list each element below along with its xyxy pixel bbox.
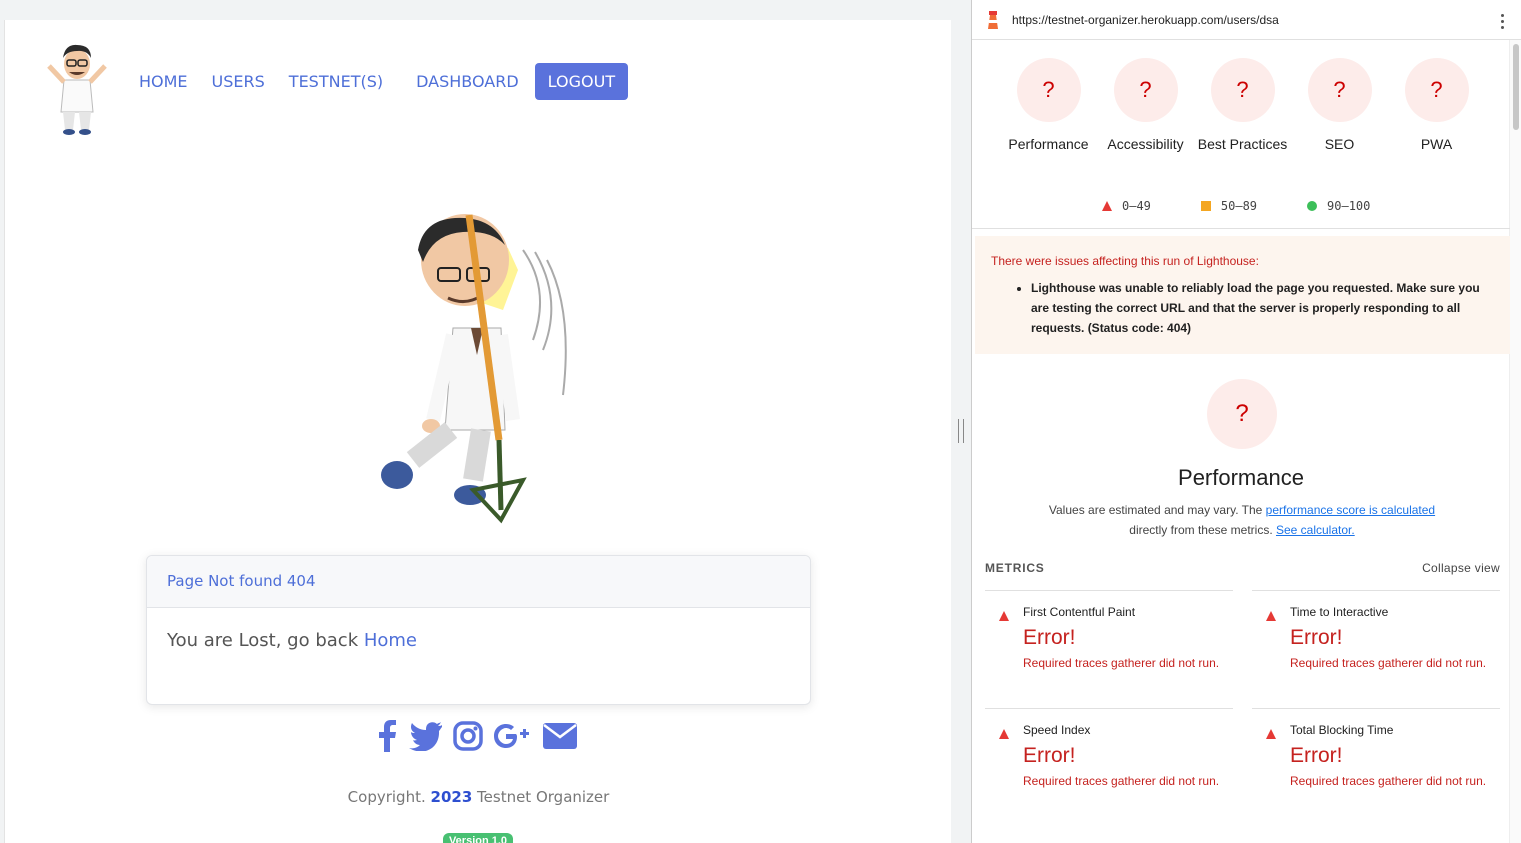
lost-message: You are Lost, go back [167, 630, 364, 651]
panel-splitter[interactable] [951, 0, 971, 843]
nav-users-link[interactable]: USERS [212, 72, 265, 91]
social-links [375, 720, 577, 757]
fail-triangle-icon [999, 729, 1009, 739]
metric-name: Time to Interactive [1290, 605, 1389, 619]
envelope-icon[interactable] [543, 723, 577, 754]
gauge-accessibility[interactable]: ? Accessibility [1097, 58, 1194, 154]
performance-description: Values are estimated and may vary. The p… [1048, 503, 1436, 537]
gauge-score: ? [1016, 58, 1081, 122]
gauge-label: PWA [1420, 136, 1453, 152]
gauge-pwa[interactable]: ? PWA [1388, 58, 1485, 154]
collapse-view-toggle[interactable]: Collapse view [1422, 561, 1500, 575]
lighthouse-icon [988, 10, 998, 29]
metric-time-to-interactive: Time to Interactive Error! Required trac… [1252, 590, 1500, 708]
metric-value: Error! [1023, 744, 1076, 767]
lighthouse-panel: https://testnet-organizer.herokuapp.com/… [971, 0, 1521, 843]
metric-error: Required traces gatherer did not run. [1023, 656, 1220, 670]
divider [972, 228, 1510, 229]
metric-speed-index: Speed Index Error! Required traces gathe… [985, 708, 1233, 826]
metric-error: Required traces gatherer did not run. [1290, 656, 1487, 670]
gauge-label: Best Practices [1197, 136, 1288, 152]
gauge-score: ? [1113, 58, 1178, 122]
gauge-seo[interactable]: ? SEO [1291, 58, 1388, 154]
splitter-grip-icon[interactable] [958, 419, 964, 443]
metrics-header: METRICS Collapse view [985, 561, 1500, 575]
warning-title: There were issues affecting this run of … [991, 254, 1259, 268]
gauge-label: SEO [1324, 136, 1355, 152]
twitter-icon[interactable] [409, 721, 443, 756]
category-gauges: ? Performance ? Accessibility ? Best Pra… [1000, 58, 1485, 154]
card-header: Page Not found 404 [147, 556, 810, 608]
score-calculated-link[interactable]: performance score is calculated [1266, 503, 1435, 517]
metric-value: Error! [1290, 626, 1343, 649]
gauge-performance[interactable]: ? Performance [1000, 58, 1097, 154]
logout-button[interactable]: LOGOUT [534, 63, 629, 100]
instagram-icon[interactable] [453, 721, 483, 756]
copyright-text: Copyright. 2023 Testnet Organizer [347, 788, 610, 806]
not-found-card: Page Not found 404 You are Lost, go back… [146, 555, 811, 705]
avatar-logo[interactable] [41, 42, 111, 138]
gauge-score: ? [1404, 58, 1469, 122]
metric-error: Required traces gatherer did not run. [1023, 774, 1220, 788]
metric-name: Speed Index [1023, 723, 1091, 737]
more-options-icon[interactable] [1501, 14, 1505, 32]
performance-title: Performance [1178, 465, 1304, 490]
metrics-title: METRICS [985, 561, 1045, 575]
metric-value: Error! [1023, 626, 1076, 649]
metric-name: Total Blocking Time [1290, 723, 1394, 737]
main-nav: HOME USERS TESTNET(S) DASHBOARD LOGOUT [139, 63, 629, 100]
metric-name: First Contentful Paint [1023, 605, 1136, 619]
triangle-icon [1102, 201, 1112, 211]
score-legend: 0–49 50–89 90–100 [1102, 199, 1420, 213]
gauge-label: Performance [1008, 136, 1089, 152]
google-plus-icon[interactable] [493, 722, 533, 755]
panel-scrollbar[interactable] [1509, 40, 1521, 843]
square-icon [1200, 201, 1211, 211]
home-link[interactable]: Home [364, 630, 417, 651]
gauge-score: ? [1307, 58, 1372, 122]
gauge-label: Accessibility [1107, 136, 1184, 152]
nav-testnets-link[interactable]: TESTNET(S) [289, 72, 383, 91]
runtime-warning: There were issues affecting this run of … [975, 236, 1510, 354]
facebook-icon[interactable] [375, 720, 399, 757]
metric-first-contentful-paint: First Contentful Paint Error! Required t… [985, 590, 1233, 708]
website-page: HOME USERS TESTNET(S) DASHBOARD LOGOUT P… [4, 20, 951, 843]
metric-error: Required traces gatherer did not run. [1290, 774, 1487, 788]
card-body: You are Lost, go back Home [147, 608, 810, 673]
see-calculator-link[interactable]: See calculator. [1276, 523, 1355, 537]
audited-url: https://testnet-organizer.herokuapp.com/… [1012, 12, 1279, 27]
fail-triangle-icon [1266, 729, 1276, 739]
metrics-grid: First Contentful Paint Error! Required t… [985, 590, 1500, 826]
fail-triangle-icon [999, 611, 1009, 621]
version-badge: Version 1.0 [443, 833, 513, 843]
gauge-best-practices[interactable]: ? Best Practices [1194, 58, 1291, 154]
nav-home-link[interactable]: HOME [139, 72, 188, 91]
lighthouse-topbar: https://testnet-organizer.herokuapp.com/… [972, 0, 1521, 40]
warning-item: Lighthouse was unable to reliably load t… [1031, 278, 1494, 338]
performance-gauge: ? [1207, 379, 1277, 449]
metric-value: Error! [1290, 744, 1343, 767]
nav-dashboard-link[interactable]: DASHBOARD [416, 72, 519, 91]
gauge-score: ? [1210, 58, 1275, 122]
copyright-year: 2023 [430, 788, 473, 806]
fail-triangle-icon [1266, 611, 1276, 621]
lost-character-illustration [381, 214, 567, 524]
circle-icon [1307, 201, 1318, 211]
metric-total-blocking-time: Total Blocking Time Error! Required trac… [1252, 708, 1500, 826]
